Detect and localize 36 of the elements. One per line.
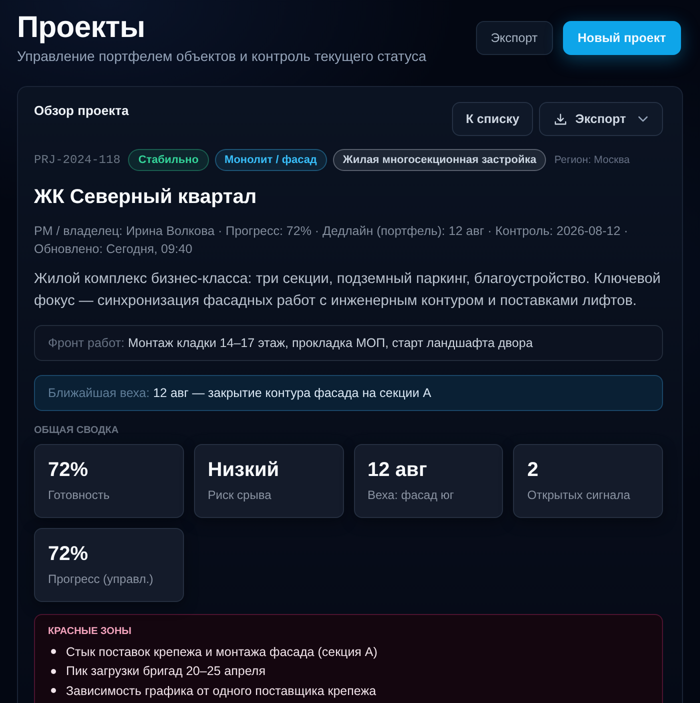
stat-value: 72% [48,542,90,567]
stat-value: 2 [527,458,540,483]
project-id: PRJ-2024-118 [34,153,120,167]
export-button[interactable]: Экспорт [476,21,553,55]
page-subtitle: Управление портфелем объектов и контроль текущего статуса [17,47,426,66]
project-tag: Монолит / фасад [214,149,327,171]
stat-label: Веха: фасад юг [368,487,456,503]
stat-label: Открытых сигнала [527,487,632,503]
stat-label: Прогресс (управл.) [48,571,154,587]
bullet-icon [51,668,56,674]
export-dropdown-button[interactable]: Экспорт [539,102,663,136]
project-tag: Стабильно [128,149,209,171]
work-front-text: Фронт работ: Монтаж кладки 14–17 этаж, прокладка МОП, старт ландшафта двора [48,335,534,352]
risk-item-text: Пик загрузки бригад 20–25 апреля [66,663,266,680]
chevron-down-icon [638,116,648,122]
bullet-icon [51,688,56,694]
risk-item-text: Стык поставок крепежа и монтажа фасада (секция А) [66,644,378,661]
project-name: ЖК Северный квартал [34,185,258,210]
risk-zones-heading: КРАСНЫЕ ЗОНЫ [48,625,132,639]
stat-label: Риск срыва [208,487,272,503]
download-icon [554,112,568,126]
bullet-icon [51,649,56,654]
card-title: Обзор проекта [34,102,129,120]
project-tag: Жилая многосекционная застройка [332,149,546,171]
project-description: Жилой комплекс бизнес-класса: три секции, подземный паркинг, благоустройство. Ключевой фокус — синхронизация фасадных работ с инженерным контуром и поставками лифтов. [34,270,662,311]
project-meta-line: PM / владелец: Ирина Волкова · Прогресс: 72% · Дедлайн (портфель): 12 авг · Контроль: 2026-08-12 · Обновлено: Сегодня, 09:40 [34,223,630,258]
stat-value: 12 авг [368,458,428,483]
milestone-text: Ближайшая веха: 12 авг — закрытие контура фасада на секции А [48,385,432,402]
back-to-list-button[interactable]: К списку [452,102,534,136]
stat-value: Низкий [208,458,280,483]
stat-label: Готовность [48,487,111,503]
summary-heading: ОБЩАЯ СВОДКА [34,424,120,438]
stat-value: 72% [48,458,90,483]
page-title: Проекты [17,10,146,46]
risk-item-text: Зависимость графика от одного поставщика крепежа [66,682,376,700]
region-label: Регион: Москва [554,154,630,166]
